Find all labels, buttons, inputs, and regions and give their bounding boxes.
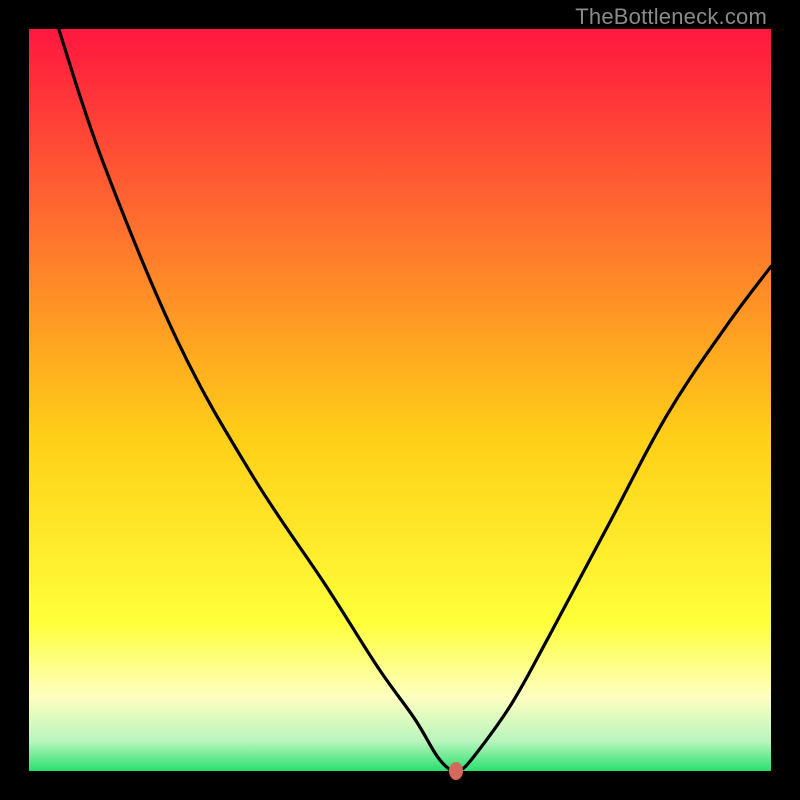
watermark-text: TheBottleneck.com — [575, 4, 767, 30]
chart-frame: TheBottleneck.com — [0, 0, 800, 800]
bottleneck-curve — [29, 29, 771, 771]
optimal-marker — [449, 762, 463, 780]
